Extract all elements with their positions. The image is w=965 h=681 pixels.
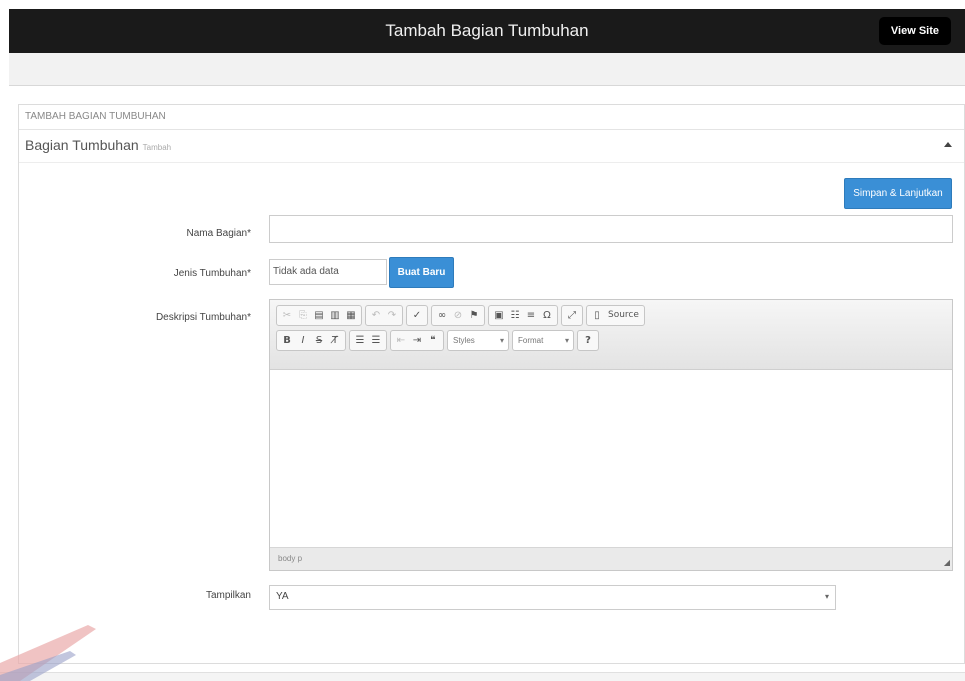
- spellcheck-icon[interactable]: ✓: [409, 307, 425, 324]
- bulleted-list-icon[interactable]: ☰: [368, 332, 384, 349]
- editor-statusbar: body p ◢: [270, 547, 952, 570]
- buat-baru-button[interactable]: Buat Baru: [389, 257, 454, 288]
- chevron-down-icon: ▾: [824, 592, 829, 601]
- tampilkan-label: Tampilkan: [205, 590, 251, 601]
- nama-bagian-label: Nama Bagian*: [186, 228, 251, 239]
- source-button-label[interactable]: Source: [605, 307, 642, 324]
- paste-word-icon[interactable]: ▦: [343, 307, 359, 324]
- resize-handle-icon[interactable]: ◢: [944, 558, 950, 567]
- section-subtitle: Tambah: [142, 143, 172, 152]
- undo-icon[interactable]: ↶: [368, 307, 384, 324]
- tampilkan-select[interactable]: YA ▾: [269, 585, 836, 610]
- outdent-icon[interactable]: ⇤: [393, 332, 409, 349]
- editor-content-area[interactable]: [270, 370, 952, 547]
- section-title: Bagian Tumbuhan: [25, 137, 139, 153]
- editor-toolbar: ✂ ⎘ ▤ ▥ ▦ ↶ ↷ ✓ ∞ ⊘ ⚑ ▣ ☷ ≡ Ω ⤢ ▯ Source…: [270, 300, 952, 370]
- special-char-icon[interactable]: Ω: [539, 307, 555, 324]
- maximize-icon[interactable]: ⤢: [564, 307, 580, 324]
- indent-icon[interactable]: ⇥: [409, 332, 425, 349]
- paste-icon[interactable]: ▤: [311, 307, 327, 324]
- unlink-icon[interactable]: ⊘: [450, 307, 466, 324]
- redo-icon[interactable]: ↷: [384, 307, 400, 324]
- page-title: Tambah Bagian Tumbuhan: [385, 21, 589, 40]
- horizontal-rule-icon[interactable]: ≡: [523, 307, 539, 324]
- footer-bar: [0, 672, 965, 681]
- remove-format-icon[interactable]: T̸: [327, 332, 343, 349]
- copy-icon[interactable]: ⎘: [295, 307, 311, 324]
- nama-bagian-input[interactable]: [269, 215, 953, 243]
- paste-text-icon[interactable]: ▥: [327, 307, 343, 324]
- breadcrumb: TAMBAH BAGIAN TUMBUHAN: [19, 105, 964, 130]
- strikethrough-icon[interactable]: S: [311, 332, 327, 349]
- watermark-logo: [0, 625, 96, 681]
- tampilkan-value: YA: [276, 591, 289, 602]
- blockquote-icon[interactable]: ❝: [425, 332, 441, 349]
- secondary-bar: [9, 53, 965, 86]
- top-navbar: Tambah Bagian Tumbuhan View Site: [9, 9, 965, 53]
- jenis-tumbuhan-select[interactable]: Tidak ada data: [269, 259, 387, 285]
- rich-text-editor: ✂ ⎘ ▤ ▥ ▦ ↶ ↷ ✓ ∞ ⊘ ⚑ ▣ ☷ ≡ Ω ⤢ ▯ Source…: [269, 299, 953, 571]
- help-icon[interactable]: ?: [580, 332, 596, 349]
- cut-icon[interactable]: ✂: [279, 307, 295, 324]
- numbered-list-icon[interactable]: ☰: [352, 332, 368, 349]
- element-path[interactable]: body p: [278, 554, 302, 563]
- jenis-tumbuhan-label: Jenis Tumbuhan*: [173, 268, 251, 279]
- source-icon[interactable]: ▯: [589, 307, 605, 324]
- italic-icon[interactable]: I: [295, 332, 311, 349]
- collapse-icon[interactable]: [944, 142, 952, 147]
- deskripsi-label: Deskripsi Tumbuhan*: [155, 312, 251, 323]
- styles-dropdown[interactable]: Styles: [447, 330, 509, 351]
- table-icon[interactable]: ☷: [507, 307, 523, 324]
- save-continue-button[interactable]: Simpan & Lanjutkan: [844, 178, 952, 209]
- form-panel: TAMBAH BAGIAN TUMBUHAN Bagian Tumbuhan Ta…: [18, 104, 965, 664]
- bold-icon[interactable]: B: [279, 332, 295, 349]
- link-icon[interactable]: ∞: [434, 307, 450, 324]
- image-icon[interactable]: ▣: [491, 307, 507, 324]
- view-site-button[interactable]: View Site: [878, 17, 951, 45]
- section-header: Bagian Tumbuhan Tambah: [19, 130, 964, 163]
- anchor-icon[interactable]: ⚑: [466, 307, 482, 324]
- format-dropdown[interactable]: Format: [512, 330, 574, 351]
